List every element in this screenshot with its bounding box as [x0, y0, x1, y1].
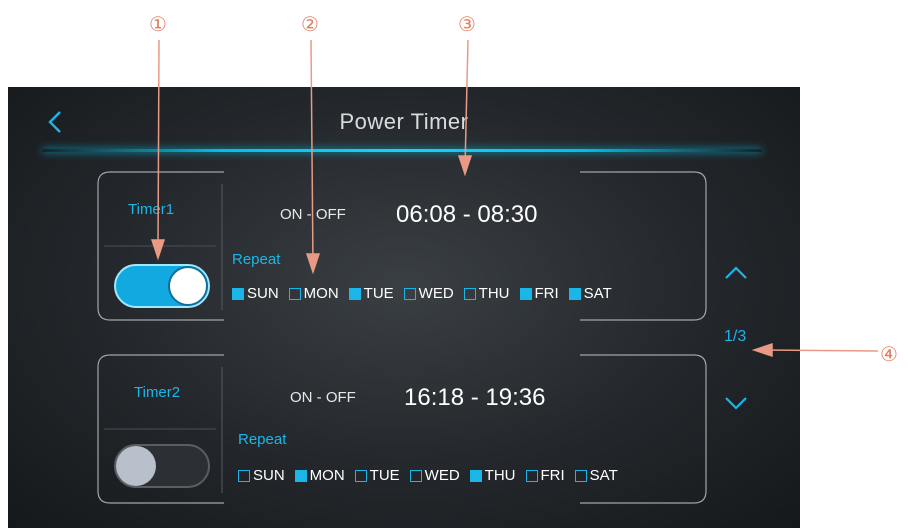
day-checkbox-sat[interactable]: SAT — [568, 285, 612, 302]
day-checkbox-fri[interactable]: FRI — [519, 285, 559, 302]
day-label: FRI — [540, 467, 565, 484]
checkbox-icon — [574, 469, 587, 482]
day-checkbox-sat[interactable]: SAT — [574, 467, 618, 484]
day-label: WED — [418, 285, 454, 302]
day-checkbox-tue[interactable]: TUE — [354, 467, 400, 484]
day-checkbox-sun[interactable]: SUN — [232, 285, 279, 302]
repeat-label: Repeat — [232, 251, 281, 268]
title-divider — [42, 149, 762, 152]
day-label: WED — [424, 467, 460, 484]
onoff-label: ON - OFF — [280, 206, 346, 223]
checkbox-icon — [568, 287, 581, 300]
time-range[interactable]: 16:18 - 19:36 — [404, 384, 545, 412]
toggle-knob — [168, 266, 208, 306]
annotation-marker-2: ② — [301, 12, 319, 36]
day-checkbox-sun[interactable]: SUN — [238, 467, 285, 484]
repeat-days: SUN MON TUE WED THU FRI SAT — [232, 285, 622, 302]
day-checkbox-mon[interactable]: MON — [288, 285, 339, 302]
timer2-toggle[interactable] — [114, 444, 210, 488]
day-label: SUN — [253, 467, 285, 484]
checkbox-icon — [525, 469, 538, 482]
checkbox-icon — [519, 287, 532, 300]
checkbox-icon — [469, 469, 482, 482]
onoff-label: ON - OFF — [290, 389, 356, 406]
checkbox-icon — [403, 287, 416, 300]
day-label: THU — [484, 467, 516, 484]
day-label: SAT — [583, 285, 612, 302]
day-label: SAT — [589, 467, 618, 484]
timer1-toggle[interactable] — [114, 264, 210, 308]
chevron-up-icon — [725, 266, 747, 279]
checkbox-icon — [463, 287, 476, 300]
annotation-marker-4: ④ — [880, 342, 898, 366]
page-down-button[interactable] — [722, 393, 750, 413]
day-checkbox-thu[interactable]: THU — [463, 285, 510, 302]
annotation-marker-1: ① — [149, 12, 167, 36]
annotation-marker-3: ③ — [458, 12, 476, 36]
day-label: TUE — [363, 285, 394, 302]
day-label: TUE — [369, 467, 400, 484]
day-label: MON — [303, 285, 339, 302]
day-checkbox-thu[interactable]: THU — [469, 467, 516, 484]
day-label: FRI — [534, 285, 559, 302]
day-checkbox-fri[interactable]: FRI — [525, 467, 565, 484]
page-up-button[interactable] — [722, 263, 750, 283]
timer-name: Timer1 — [128, 201, 175, 218]
repeat-label: Repeat — [238, 431, 287, 448]
day-label: SUN — [247, 285, 279, 302]
repeat-days: SUN MON TUE WED THU FRI SAT — [238, 467, 628, 484]
checkbox-icon — [348, 287, 361, 300]
page-title: Power Timer — [339, 109, 469, 134]
checkbox-icon — [409, 469, 422, 482]
page-indicator: 1/3 — [724, 328, 747, 345]
checkbox-icon — [238, 469, 250, 482]
day-checkbox-mon[interactable]: MON — [294, 467, 345, 484]
checkbox-icon — [288, 287, 301, 300]
checkbox-icon — [354, 469, 367, 482]
checkbox-icon — [294, 469, 307, 482]
day-checkbox-wed[interactable]: WED — [403, 285, 454, 302]
day-label: THU — [478, 285, 510, 302]
power-timer-screen: Power Timer Timer1 ON - OFF 06:08 - 08:3… — [8, 87, 800, 528]
chevron-down-icon — [725, 397, 747, 410]
day-checkbox-tue[interactable]: TUE — [348, 285, 394, 302]
timer-name: Timer2 — [134, 384, 181, 401]
timer-card-1: Timer1 ON - OFF 06:08 - 08:30 Repeat SUN… — [96, 170, 708, 322]
toggle-knob — [116, 446, 156, 486]
timer-card-2: Timer2 ON - OFF 16:18 - 19:36 Repeat SUN… — [96, 353, 708, 505]
time-range[interactable]: 06:08 - 08:30 — [396, 201, 537, 229]
checkbox-icon — [232, 287, 244, 300]
day-label: MON — [309, 467, 345, 484]
day-checkbox-wed[interactable]: WED — [409, 467, 460, 484]
